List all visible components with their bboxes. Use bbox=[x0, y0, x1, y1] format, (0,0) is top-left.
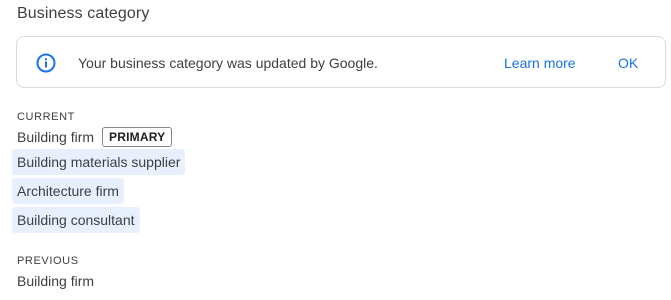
primary-category: Building firm bbox=[17, 129, 95, 145]
learn-more-link[interactable]: Learn more bbox=[504, 50, 576, 76]
additional-category-chip: Building materials supplier bbox=[12, 149, 186, 175]
primary-badge: PRIMARY bbox=[102, 127, 173, 147]
previous-label: PREVIOUS bbox=[17, 255, 79, 267]
additional-category-chip: Building consultant bbox=[12, 207, 140, 233]
additional-category-chip: Architecture firm bbox=[12, 178, 124, 204]
banner-message: Your business category was updated by Go… bbox=[78, 55, 378, 71]
info-banner: Your business category was updated by Go… bbox=[16, 36, 666, 88]
info-icon bbox=[36, 53, 56, 73]
ok-button[interactable]: OK bbox=[618, 50, 638, 76]
primary-category-row: Building firm PRIMARY bbox=[17, 126, 173, 148]
previous-category: Building firm bbox=[17, 273, 95, 289]
current-label: CURRENT bbox=[17, 111, 75, 123]
section-title: Business category bbox=[17, 5, 150, 22]
